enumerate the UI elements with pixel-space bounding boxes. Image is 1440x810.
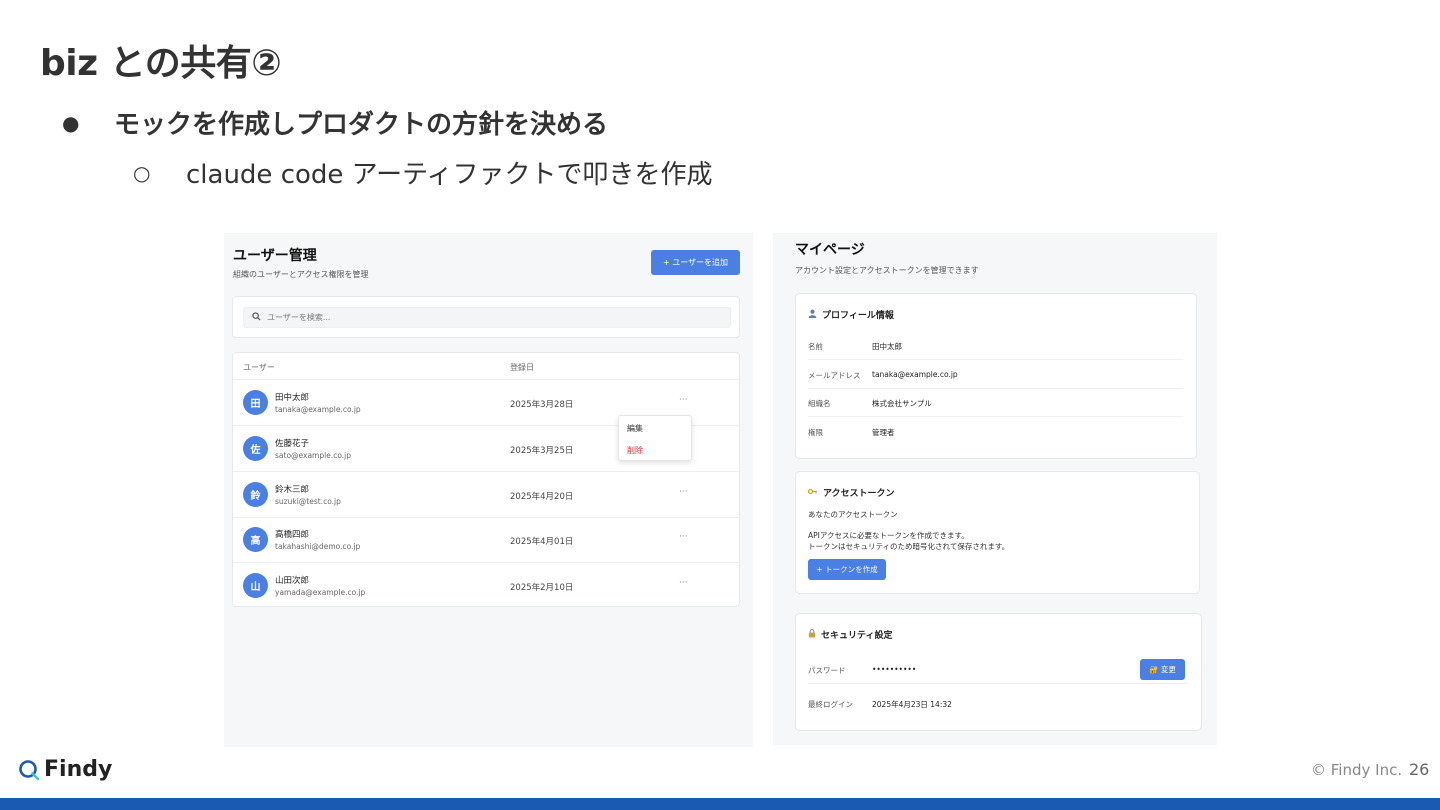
findy-logo: Findy [18,757,112,782]
card-title: アクセストークン [807,486,895,499]
avatar: 佐 [243,436,268,461]
card-title: プロフィール情報 [808,308,894,321]
registration-date: 2025年4月01日 [510,537,574,547]
create-token-button[interactable]: + トークンを作成 [808,559,886,580]
logo-text: Findy [44,757,113,782]
more-actions-icon[interactable]: ··· [679,578,688,588]
access-token-card: アクセストークン あなたのアクセストークン APIアクセスに必要なトークンを作成… [795,471,1200,594]
column-header-date: 登録日 [510,363,534,372]
security-row-password: パスワード •••••••••• [808,656,1188,684]
registration-date: 2025年3月25日 [510,446,574,456]
mypage-screenshot: マイページ アカウント設定とアクセストークンを管理できます プロフィール情報 名… [773,233,1217,745]
copyright: © Findy Inc. [1311,761,1403,779]
menu-item-edit[interactable]: 編集 [627,423,643,434]
profile-row-name: 名前 田中太郎 [808,332,1183,360]
bullet-dot: ● [62,110,80,135]
menu-item-delete[interactable]: 削除 [627,445,643,456]
profile-card: プロフィール情報 名前 田中太郎 メールアドレス tanaka@example.… [795,293,1197,459]
registration-date: 2025年2月10日 [510,583,574,593]
table-row: 山 山田次郎 yamada@example.co.jp 2025年2月10日 ·… [233,563,739,609]
page-title: マイページ [795,242,865,258]
bullet-level-1: ● モックを作成しプロダクトの方針を決める [62,104,608,141]
registration-date: 2025年3月28日 [510,400,574,410]
user-name: 佐藤花子 [275,439,310,449]
bullet-level-2: ○ claude code アーティファクトで叩きを作成 [133,154,713,191]
registration-date: 2025年4月20日 [510,492,574,502]
avatar: 田 [243,390,268,415]
table-row: 高 高橋四郎 takahashi@demo.co.jp 2025年4月01日 ·… [233,517,739,563]
user-name: 田中太郎 [275,393,310,403]
column-header-user: ユーザー [243,363,275,372]
bullet-text: claude code アーティファクトで叩きを作成 [186,160,713,190]
user-icon [808,309,817,321]
page-title: ユーザー管理 [233,248,317,264]
page-subtitle: アカウント設定とアクセストークンを管理できます [795,266,979,275]
user-email: takahashi@demo.co.jp [275,542,361,551]
user-name: 高橋四郎 [275,530,310,540]
user-email: tanaka@example.co.jp [275,405,361,414]
profile-row-email: メールアドレス tanaka@example.co.jp [808,361,1183,389]
findy-logo-icon [19,759,40,780]
bullet-text: モックを作成しプロダクトの方針を決める [114,110,609,140]
profile-row-role: 権限 管理者 [808,428,895,437]
change-password-button[interactable]: 🔐 変更 [1140,659,1185,680]
avatar: 鈴 [243,482,268,507]
user-email: sato@example.co.jp [275,451,352,460]
bottom-bar [0,798,1440,810]
search-input[interactable]: ユーザーを検索... [243,307,731,328]
more-actions-icon[interactable]: ··· [679,395,688,405]
search-placeholder: ユーザーを検索... [267,313,331,322]
user-email: yamada@example.co.jp [275,588,366,597]
row-context-menu: 編集 削除 [618,415,692,461]
user-management-screenshot: ユーザー管理 組織のユーザーとアクセス権限を管理 + ユーザーを追加 ユーザーを… [224,233,753,747]
user-name: 山田次郎 [275,576,310,586]
more-actions-icon[interactable]: ··· [679,532,688,542]
slide-title: biz との共有② [40,43,282,84]
page-number: 26 [1409,760,1430,779]
user-table: ユーザー 登録日 田 田中太郎 tanaka@example.co.jp 202… [232,352,740,607]
lock-icon [808,628,816,641]
search-icon [252,311,261,324]
table-row: 鈴 鈴木三郎 suzuki@test.co.jp 2025年4月20日 ··· [233,472,739,518]
key-icon [807,487,818,499]
add-user-button[interactable]: + ユーザーを追加 [651,250,740,275]
card-title: セキュリティ設定 [808,628,892,641]
token-description: APIアクセスに必要なトークンを作成できます。 トークンはセキュリティのため暗号… [808,531,1010,551]
security-row-last-login: 最終ログイン 2025年4月23日 14:32 [808,700,952,709]
token-label: あなたのアクセストークン [808,510,898,519]
table-header: ユーザー 登録日 [233,353,739,380]
user-name: 鈴木三郎 [275,485,310,495]
bullet-circle: ○ [133,160,151,185]
avatar: 高 [243,527,268,552]
more-actions-icon[interactable]: ··· [679,487,688,497]
security-card: セキュリティ設定 パスワード •••••••••• 🔐 変更 最終ログイン 20… [795,613,1202,731]
page-subtitle: 組織のユーザーとアクセス権限を管理 [233,270,369,279]
user-email: suzuki@test.co.jp [275,497,341,506]
profile-row-org: 組織名 株式会社サンプル [808,389,1183,417]
search-card: ユーザーを検索... [232,296,740,338]
avatar: 山 [243,573,268,598]
